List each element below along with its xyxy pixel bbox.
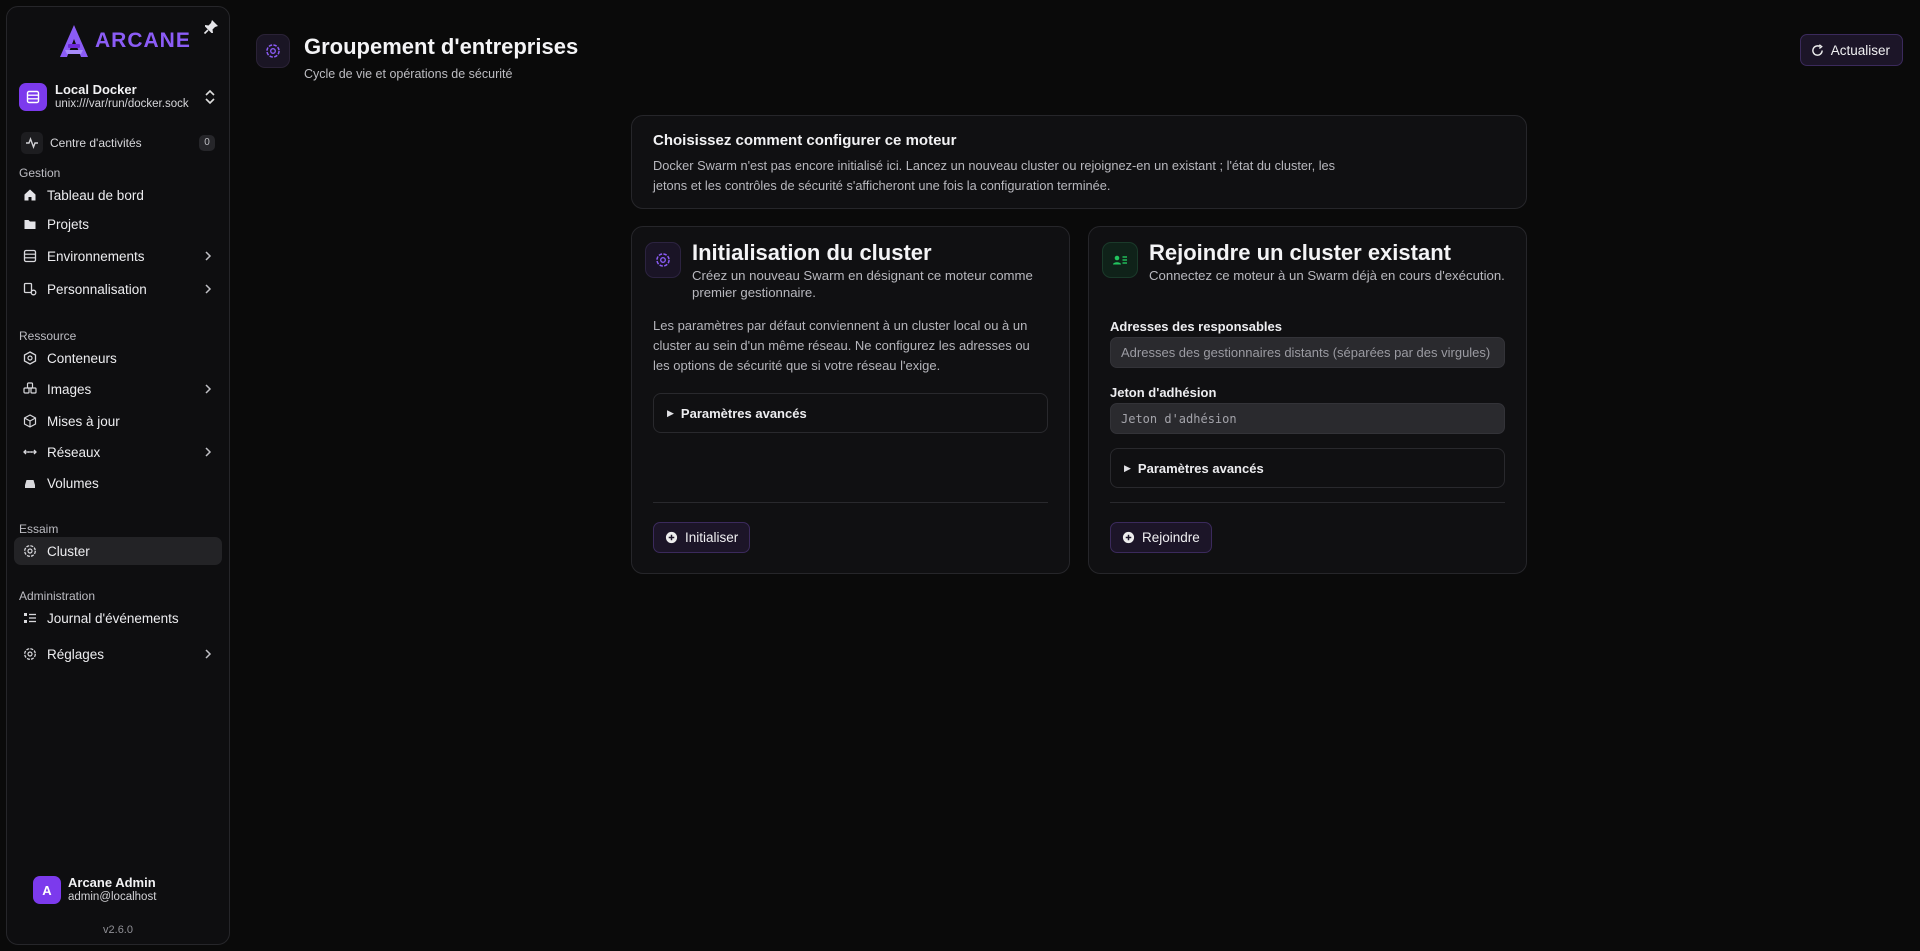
intro-title: Choisissez comment configurer ce moteur xyxy=(653,132,957,149)
chevrons-up-down-icon xyxy=(205,89,215,105)
user-email: admin@localhost xyxy=(68,891,157,903)
chevron-right-icon xyxy=(205,447,212,457)
sidebar-item-event-log[interactable]: Journal d'événements xyxy=(14,604,222,632)
sidebar-item-customization[interactable]: Personnalisation xyxy=(14,275,222,303)
cluster-icon xyxy=(266,44,280,58)
server-icon xyxy=(19,83,47,111)
plus-circle-icon xyxy=(1122,531,1135,544)
join-card-description: Connectez ce moteur à un Swarm déjà en c… xyxy=(1149,268,1505,283)
environment-switcher[interactable]: Local Docker unix:///var/run/docker.sock xyxy=(19,76,217,118)
volume-icon xyxy=(25,480,35,488)
sidebar-item-containers[interactable]: Conteneurs xyxy=(14,344,222,372)
sidebar: ARCANE Local Docker unix:///var/run/dock… xyxy=(6,6,230,945)
init-cluster-card: Initialisation du cluster Créez un nouve… xyxy=(631,226,1070,574)
network-icon xyxy=(23,449,37,455)
brand-name: ARCANE xyxy=(95,29,191,52)
init-card-body: Les paramètres par défaut conviennent à … xyxy=(653,318,1030,373)
init-card-description: Créez un nouveau Swarm en désignant ce m… xyxy=(692,268,1033,300)
refresh-button[interactable]: Actualiser xyxy=(1799,34,1903,66)
section-label-administration: Administration xyxy=(19,589,96,603)
join-card-title: Rejoindre un cluster existant xyxy=(1149,240,1451,265)
manager-addresses-input[interactable] xyxy=(1110,337,1505,368)
brand-logo[interactable]: ARCANE xyxy=(57,23,191,59)
sidebar-item-cluster[interactable]: Cluster xyxy=(14,537,222,565)
environment-socket: unix:///var/run/docker.sock xyxy=(55,98,189,110)
page-title: Groupement d'entreprises xyxy=(304,34,579,59)
chevron-right-icon xyxy=(205,649,212,659)
palette-icon xyxy=(23,282,37,296)
environment-name: Local Docker xyxy=(55,82,137,97)
section-label-essaim: Essaim xyxy=(19,522,59,536)
init-card-title: Initialisation du cluster xyxy=(692,240,932,265)
intro-text: Docker Swarm n'est pas encore initialisé… xyxy=(653,158,1336,193)
sidebar-item-networks[interactable]: Réseaux xyxy=(14,438,222,466)
package-icon xyxy=(23,414,37,428)
initialize-button[interactable]: Initialiser xyxy=(653,522,751,553)
page-subtitle: Cycle de vie et opérations de sécurité xyxy=(304,67,513,81)
sidebar-item-dashboard[interactable]: Tableau de bord xyxy=(14,181,222,209)
sidebar-item-environments[interactable]: Environnements xyxy=(14,242,222,270)
join-token-input[interactable] xyxy=(1110,403,1505,434)
images-icon xyxy=(23,382,37,394)
chevron-right-icon xyxy=(205,284,212,294)
settings-icon xyxy=(24,648,36,660)
cluster-icon xyxy=(645,242,681,278)
join-advanced-settings-toggle[interactable]: ▶ Paramètres avancés xyxy=(1110,448,1505,488)
pin-icon[interactable] xyxy=(203,19,219,35)
page-icon xyxy=(256,34,290,68)
sidebar-item-images[interactable]: Images xyxy=(14,375,222,403)
managers-label: Adresses des responsables xyxy=(1110,319,1282,334)
cluster-icon xyxy=(24,545,36,557)
sidebar-item-projects[interactable]: Projets xyxy=(14,210,222,238)
activity-center[interactable]: Centre d'activités 0 xyxy=(21,131,215,155)
refresh-icon xyxy=(1811,43,1823,56)
section-label-ressource: Ressource xyxy=(19,329,77,343)
user-name: Arcane Admin xyxy=(68,875,156,890)
chevron-right-icon xyxy=(205,251,212,261)
user-list-icon xyxy=(1102,242,1138,278)
join-token-label: Jeton d'adhésion xyxy=(1110,385,1217,400)
section-label-gestion: Gestion xyxy=(19,166,61,180)
activity-label: Centre d'activités xyxy=(50,136,142,150)
server-icon xyxy=(23,249,37,263)
arcane-logo-icon xyxy=(60,25,88,57)
plus-circle-icon xyxy=(665,531,678,544)
user-menu[interactable]: A Arcane Admin admin@localhost xyxy=(33,876,156,904)
join-button[interactable]: Rejoindre xyxy=(1110,522,1212,553)
folder-icon xyxy=(24,220,36,229)
sidebar-item-settings[interactable]: Réglages xyxy=(14,640,222,668)
home-icon xyxy=(24,189,36,201)
activity-icon xyxy=(21,132,43,154)
sidebar-item-updates[interactable]: Mises à jour xyxy=(14,407,222,435)
join-cluster-card: Rejoindre un cluster existant Connectez … xyxy=(1088,226,1527,574)
log-icon xyxy=(24,613,36,623)
disclosure-triangle-icon: ▶ xyxy=(667,407,674,418)
app-version: v2.6.0 xyxy=(103,924,133,936)
divider xyxy=(1110,502,1505,503)
divider xyxy=(653,502,1048,503)
intro-card: Choisissez comment configurer ce moteur … xyxy=(631,115,1527,209)
activity-count-badge: 0 xyxy=(199,135,215,151)
chevron-right-icon xyxy=(205,384,212,394)
disclosure-triangle-icon: ▶ xyxy=(1124,462,1131,473)
avatar: A xyxy=(33,876,61,904)
sidebar-item-volumes[interactable]: Volumes xyxy=(14,469,222,497)
init-advanced-settings-toggle[interactable]: ▶ Paramètres avancés xyxy=(653,393,1048,433)
container-icon xyxy=(23,351,37,365)
